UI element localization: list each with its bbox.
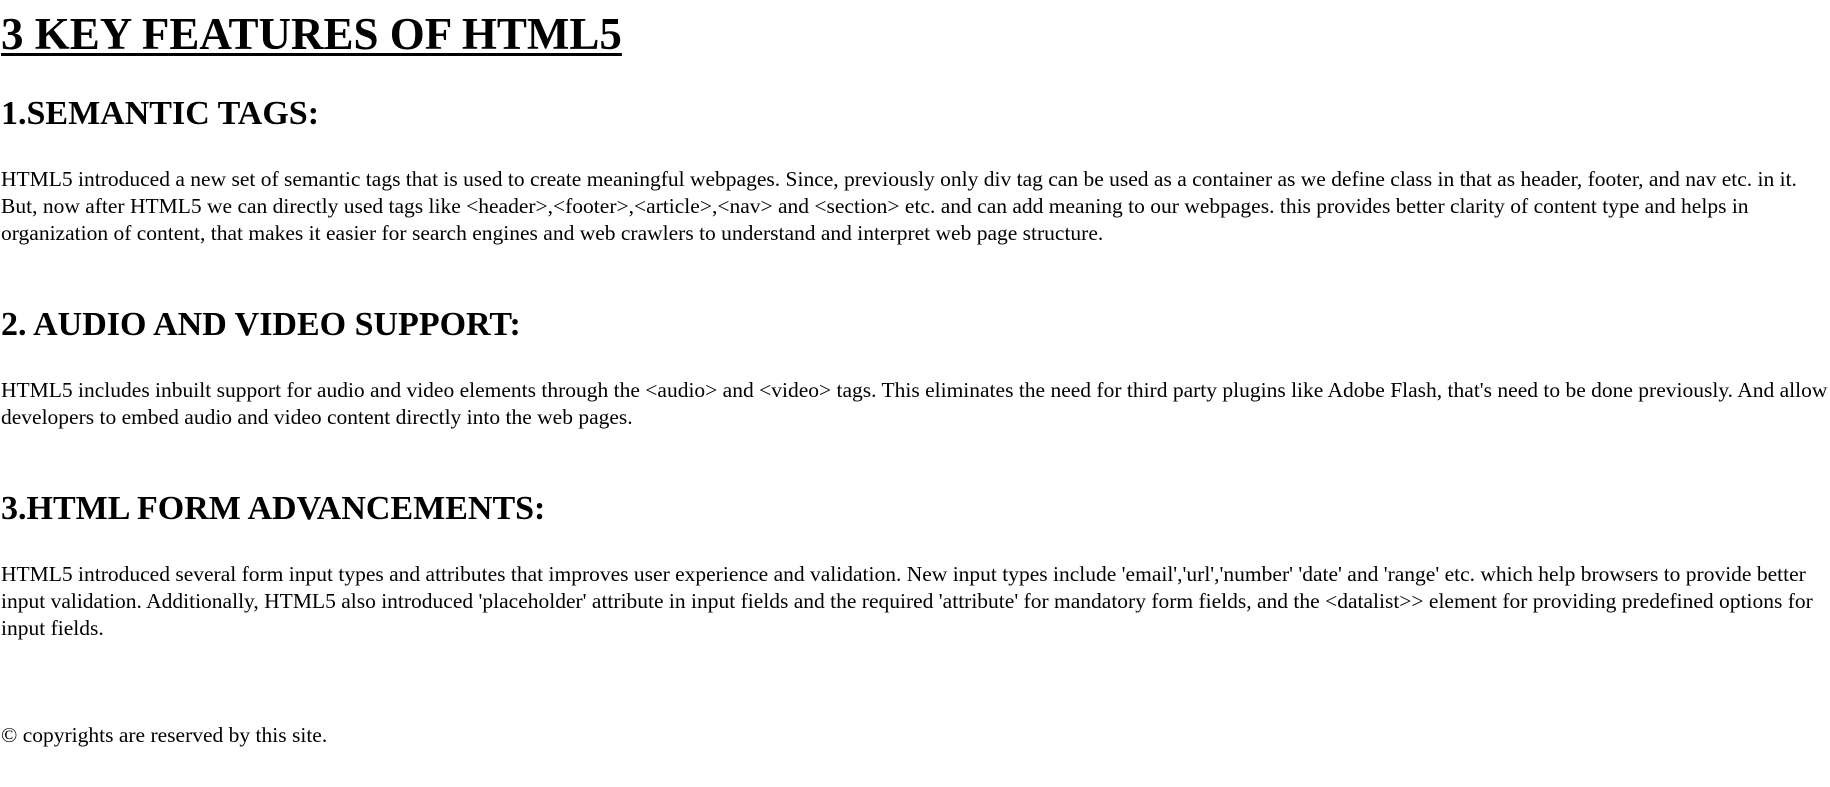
- section-body-semantic-tags: HTML5 introduced a new set of semantic t…: [1, 167, 1797, 245]
- section-body-audio-video: HTML5 includes inbuilt support for audio…: [1, 378, 1828, 429]
- section-body-form-advancements: HTML5 introduced several form input type…: [1, 562, 1813, 640]
- section-heading-semantic-tags: 1.SEMANTIC TAGS:: [1, 95, 320, 132]
- page-title: 3 KEY FEATURES OF HTML5: [1, 9, 622, 59]
- footer-copyright: © copyrights are reserved by this site.: [1, 723, 328, 747]
- section-heading-audio-video: 2. AUDIO AND VIDEO SUPPORT:: [1, 306, 521, 343]
- section-heading-form-advancements: 3.HTML FORM ADVANCEMENTS:: [1, 490, 546, 527]
